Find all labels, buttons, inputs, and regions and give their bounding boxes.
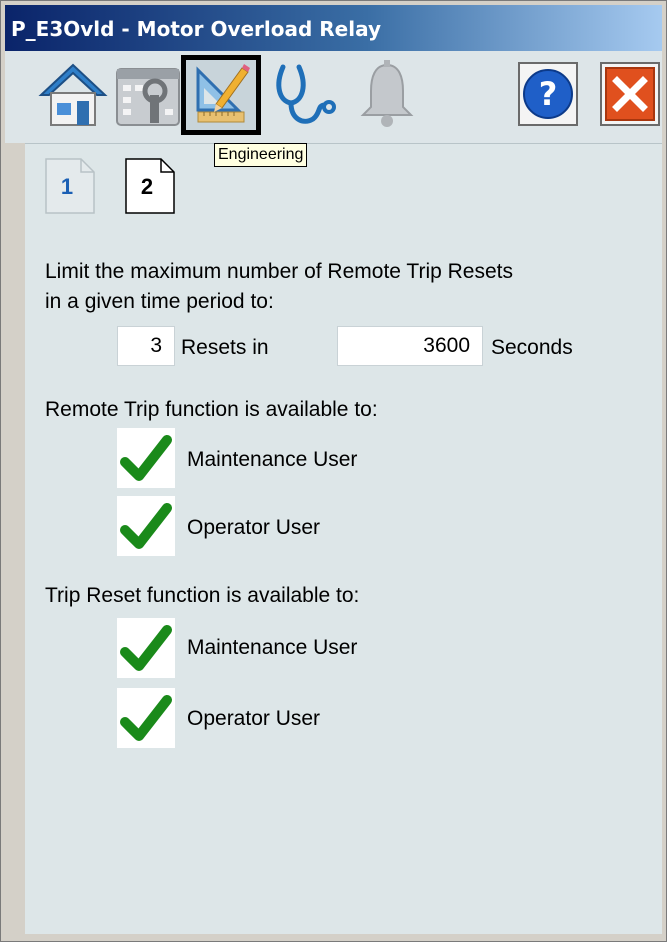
diagnostics-button[interactable]: [265, 55, 345, 135]
title-bar: P_E3Ovld - Motor Overload Relay: [5, 5, 662, 51]
reset-period-input[interactable]: 3600: [337, 326, 483, 366]
max-resets-input[interactable]: 3: [117, 326, 175, 366]
page-1-label: 1: [60, 174, 74, 199]
engineering-icon: [196, 64, 250, 123]
trip-reset-operator-checkbox[interactable]: [117, 688, 175, 748]
trip-reset-heading: Trip Reset function is available to:: [45, 584, 360, 607]
page-1-tab[interactable]: 1: [45, 158, 95, 214]
remote-trip-operator-checkbox[interactable]: [117, 496, 175, 556]
help-button[interactable]: ?: [517, 61, 579, 127]
window-title: P_E3Ovld - Motor Overload Relay: [11, 17, 382, 41]
svg-text:?: ?: [539, 75, 558, 113]
engineering-tooltip: Engineering: [214, 143, 308, 167]
checkmark-icon: [120, 503, 172, 549]
checkmark-icon: [120, 625, 172, 671]
alarm-button[interactable]: [347, 55, 427, 135]
maintenance-button[interactable]: [109, 55, 189, 135]
toolbar: ?: [5, 51, 662, 143]
help-icon: ?: [518, 62, 578, 126]
trip-reset-maintenance-checkbox[interactable]: [117, 618, 175, 678]
checkmark-icon: [120, 435, 172, 481]
diagnostics-icon: [276, 64, 336, 124]
alarm-bell-icon: [360, 60, 414, 127]
remote-trip-operator-label: Operator User: [187, 516, 321, 539]
remote-trip-heading: Remote Trip function is available to:: [45, 398, 378, 421]
remote-trip-maintenance-checkbox[interactable]: [117, 428, 175, 488]
trip-reset-operator-label: Operator User: [187, 707, 321, 730]
engineering-panel: 1 2 Limit the maximum number of Remote T…: [25, 143, 662, 934]
faceplate-window: P_E3Ovld - Motor Overload Relay ? Engine…: [0, 0, 667, 942]
seconds-label: Seconds: [491, 336, 573, 359]
limit-description-line2: in a given time period to:: [45, 290, 274, 313]
home-button[interactable]: [33, 55, 113, 135]
page-2-label: 2: [140, 174, 154, 199]
resets-in-label: Resets in: [181, 336, 269, 359]
home-icon: [38, 63, 108, 126]
maintenance-icon: [116, 68, 180, 126]
limit-description-line1: Limit the maximum number of Remote Trip …: [45, 260, 513, 283]
trip-reset-maintenance-label: Maintenance User: [187, 636, 358, 659]
checkmark-icon: [120, 695, 172, 741]
page-2-tab[interactable]: 2: [125, 158, 175, 214]
remote-trip-maintenance-label: Maintenance User: [187, 448, 358, 471]
close-icon: [600, 62, 660, 126]
engineering-button[interactable]: [181, 55, 261, 135]
close-button[interactable]: [599, 61, 661, 127]
